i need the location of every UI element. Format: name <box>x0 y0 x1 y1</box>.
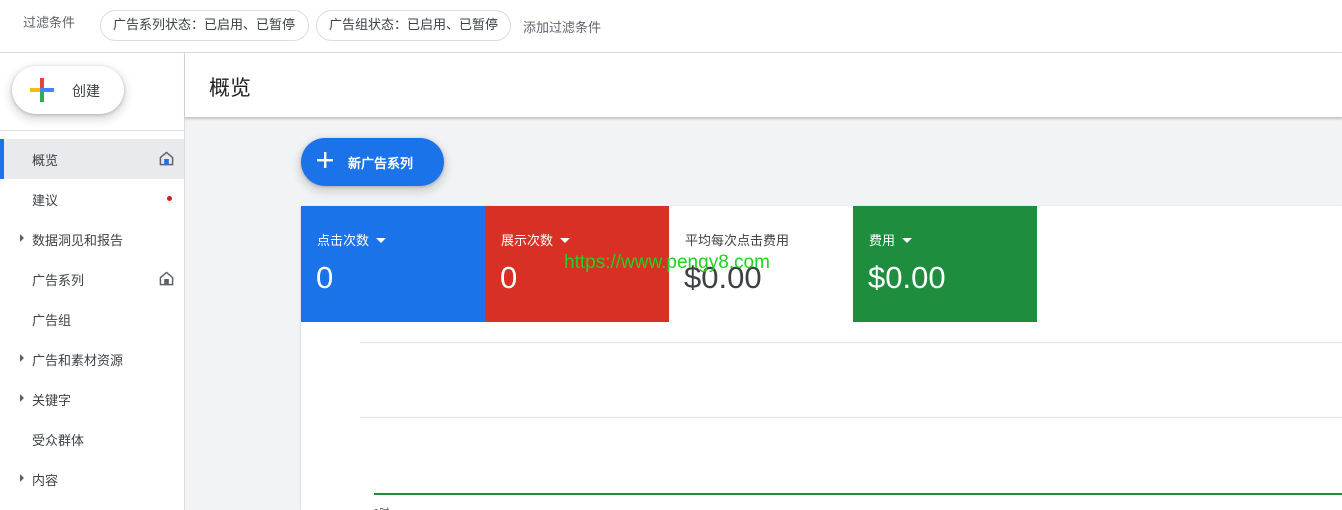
page-header: 概览 <box>185 53 1342 118</box>
chart-gridline <box>360 417 1342 418</box>
filter-bar: 过滤条件 广告系列状态：已启用、已暂停 广告组状态：已启用、已暂停 添加过滤条件 <box>0 0 1342 53</box>
create-button[interactable]: 创建 <box>12 66 124 114</box>
watermark-text: https://www.pengy8.com <box>564 252 770 273</box>
sidebar-item-label: 内容 <box>32 474 59 489</box>
page-title: 概览 <box>209 76 251 100</box>
metric-value: 0 <box>316 260 334 295</box>
home-icon <box>159 151 174 166</box>
sidebar-item-label: 数据洞见和报告 <box>32 234 124 249</box>
sidebar-nav: 概览 建议 数据洞见和报告 广告系列 广告组 广告和素材资源 关键字 受众群体 … <box>0 139 184 499</box>
metric-value: $0.00 <box>868 260 946 295</box>
metric-tile-cost[interactable]: 费用 $0.00 <box>853 206 1037 322</box>
plus-icon <box>317 152 333 168</box>
sidebar-item-campaigns[interactable]: 广告系列 <box>0 259 184 299</box>
dropdown-caret-icon <box>560 238 571 243</box>
performance-card: 点击次数 0 展示次数 0 平均每次点击费用 $0.00 费用 $0.00 0时 <box>301 206 1342 510</box>
filter-chip-adgroup-status[interactable]: 广告组状态：已启用、已暂停 <box>316 10 511 41</box>
dropdown-caret-icon <box>902 238 913 243</box>
sidebar-item-ads-assets[interactable]: 广告和素材资源 <box>0 339 184 379</box>
sidebar-item-label: 受众群体 <box>32 434 85 449</box>
sidebar-item-recommendations[interactable]: 建议 <box>0 179 184 219</box>
chart-gridline <box>360 342 1342 343</box>
sidebar-item-overview[interactable]: 概览 <box>0 139 184 179</box>
create-section: 创建 <box>0 53 184 131</box>
sidebar-item-content[interactable]: 内容 <box>0 459 184 499</box>
dropdown-caret-icon <box>376 238 387 243</box>
sidebar-item-label: 广告和素材资源 <box>32 354 124 369</box>
chart-x-tick: 0时 <box>373 504 389 510</box>
metric-label: 展示次数 <box>501 230 571 249</box>
multicolor-plus-icon <box>30 78 54 102</box>
filter-chip-campaign-status[interactable]: 广告系列状态：已启用、已暂停 <box>100 10 309 41</box>
expand-arrow-icon <box>20 394 24 402</box>
sidebar-item-ad-groups[interactable]: 广告组 <box>0 299 184 339</box>
sidebar-item-label: 关键字 <box>32 394 72 409</box>
metric-tile-clicks[interactable]: 点击次数 0 <box>301 206 485 322</box>
sidebar-item-audiences[interactable]: 受众群体 <box>0 419 184 459</box>
sidebar-item-label: 广告系列 <box>32 274 85 289</box>
sidebar-item-label: 建议 <box>32 194 59 209</box>
metric-label: 点击次数 <box>317 230 387 249</box>
filter-label: 过滤条件 <box>23 16 76 31</box>
home-icon <box>159 271 174 286</box>
sidebar-item-label: 概览 <box>32 154 59 169</box>
new-campaign-label: 新广告系列 <box>348 157 414 172</box>
create-button-label: 创建 <box>72 84 100 100</box>
sidebar: 创建 概览 建议 数据洞见和报告 广告系列 广告组 广告和素材资源 关键字 受众… <box>0 53 185 510</box>
expand-arrow-icon <box>20 354 24 362</box>
chart-series-line <box>374 493 1342 495</box>
new-campaign-button[interactable]: 新广告系列 <box>301 138 444 186</box>
metric-value: 0 <box>500 260 518 295</box>
expand-arrow-icon <box>20 474 24 482</box>
metric-label: 平均每次点击费用 <box>685 234 790 249</box>
main-content: 概览 新广告系列 点击次数 0 展示次数 0 平均每次点击费用 $0.00 费用… <box>185 53 1342 510</box>
sidebar-item-label: 广告组 <box>32 314 72 329</box>
expand-arrow-icon <box>20 234 24 242</box>
sidebar-item-keywords[interactable]: 关键字 <box>0 379 184 419</box>
add-filter-link[interactable]: 添加过滤条件 <box>523 17 601 36</box>
sidebar-item-insights-reports[interactable]: 数据洞见和报告 <box>0 219 184 259</box>
notification-dot <box>167 196 172 201</box>
metric-label: 费用 <box>869 230 913 249</box>
